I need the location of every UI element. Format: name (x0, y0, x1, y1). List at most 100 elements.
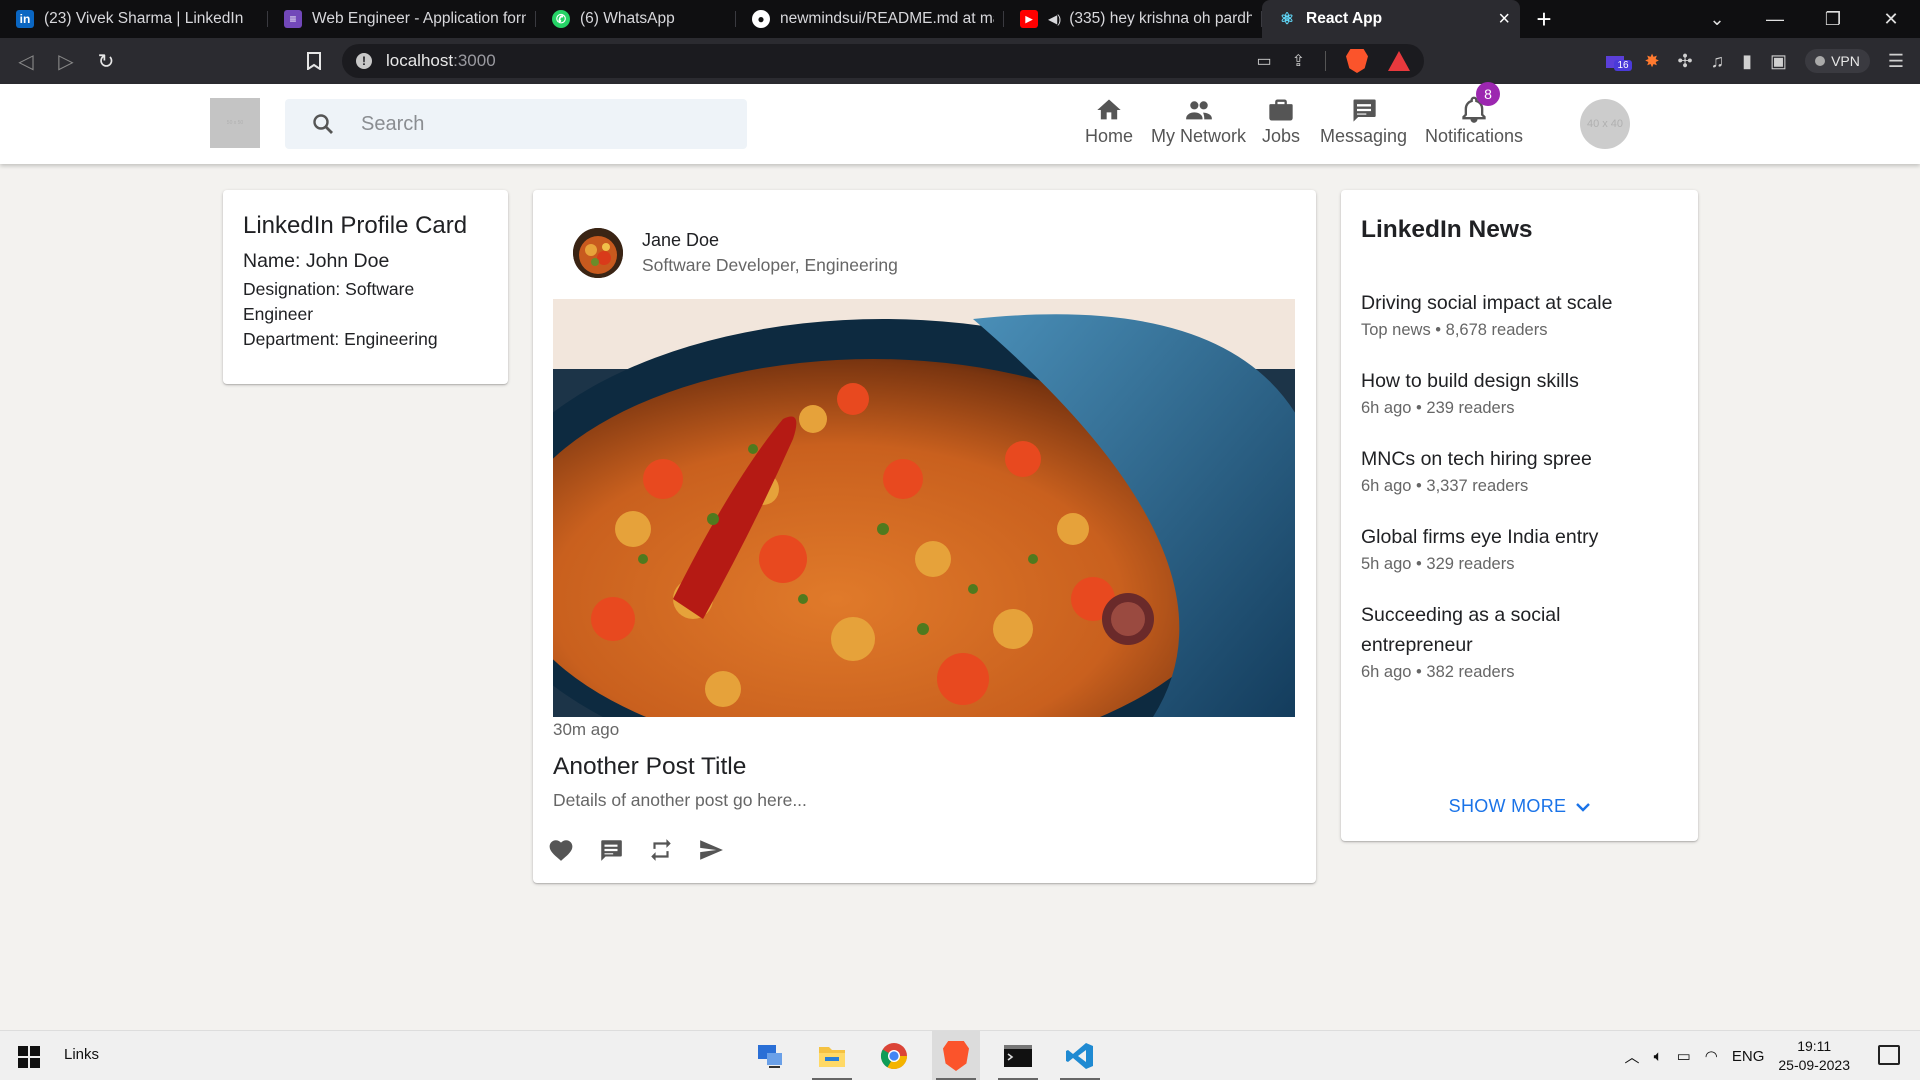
show-more-label: SHOW MORE (1448, 796, 1567, 816)
nav-label: Home (1085, 126, 1134, 146)
window-controls: ⌄ — ❐ ✕ (1688, 0, 1920, 38)
nav-label: Jobs (1262, 126, 1301, 146)
like-button[interactable] (541, 830, 581, 870)
repost-icon (651, 839, 671, 861)
news-item[interactable]: MNCs on tech hiring spree 6h ago • 3,337… (1361, 444, 1678, 496)
news-title: LinkedIn News (1361, 216, 1533, 243)
tab-whatsapp[interactable]: ✆ (6) WhatsApp (536, 0, 736, 38)
news-item-title: Succeeding as a social entrepreneur (1361, 604, 1561, 656)
menu-icon[interactable]: ☰ (1888, 51, 1904, 72)
forward-icon[interactable]: ▷ (46, 41, 86, 81)
terminal-icon[interactable] (994, 1031, 1042, 1080)
minimize-icon[interactable]: — (1746, 0, 1804, 38)
cast-icon[interactable]: ▭ (1256, 51, 1271, 71)
close-window-icon[interactable]: ✕ (1862, 0, 1920, 38)
sidebar-icon[interactable]: ▮ (1742, 51, 1752, 72)
volume-icon[interactable]: 🔈︎ (1654, 1048, 1663, 1065)
post-author-title: Software Developer, Engineering (642, 255, 898, 275)
chevron-up-icon[interactable]: ︿ (1625, 1046, 1640, 1067)
tab-react-app[interactable]: ⚛ React App × (1262, 0, 1520, 38)
news-item-title: MNCs on tech hiring spree (1361, 448, 1592, 470)
music-icon[interactable]: ♫ (1711, 51, 1725, 72)
send-button[interactable] (691, 830, 731, 870)
news-item[interactable]: Global firms eye India entry 5h ago • 32… (1361, 522, 1678, 574)
brave-shields-icon[interactable] (1346, 49, 1368, 73)
tab-linkedin[interactable]: in (23) Vivek Sharma | LinkedIn (0, 0, 268, 38)
speaker-icon[interactable]: ◀) (1048, 12, 1061, 26)
back-icon[interactable]: ◁ (6, 41, 46, 81)
tab-search-icon[interactable]: ⌄ (1688, 0, 1746, 38)
tab-application-form[interactable]: ≡ Web Engineer - Application form (268, 0, 536, 38)
share-icon[interactable]: ⇪ (1292, 51, 1305, 71)
address-bar[interactable]: ! localhost:3000 ▭ ⇪ (342, 44, 1424, 78)
vpn-button[interactable]: VPN (1805, 49, 1870, 73)
post-card: Jane Doe Software Developer, Engineering (533, 190, 1316, 883)
brave-rewards-icon[interactable] (1388, 51, 1410, 71)
post-image[interactable] (553, 299, 1295, 717)
post-author-avatar[interactable] (573, 228, 623, 278)
wallet-icon[interactable]: ▣ (1770, 51, 1787, 72)
chrome-icon[interactable] (870, 1031, 918, 1080)
bookmark-icon[interactable] (294, 41, 334, 81)
profile-designation: Designation: Software Engineer (243, 279, 415, 324)
browser-toolbar: ◁ ▷ ↻ ! localhost:3000 ▭ ⇪ 16 ✸ ✣ ♫ ▮ ▣ … (0, 38, 1920, 84)
windows-start-icon[interactable] (18, 1046, 40, 1068)
nav-label: My Network (1151, 126, 1247, 146)
wifi-icon[interactable]: ◠ (1705, 1047, 1718, 1065)
whatsapp-icon: ✆ (552, 10, 570, 28)
show-more-button[interactable]: SHOW MORE (1341, 796, 1698, 817)
battery-icon[interactable]: ▭ (1677, 1047, 1691, 1065)
clock[interactable]: 19:11 25-09-2023 (1778, 1037, 1850, 1075)
action-center-icon[interactable] (1878, 1045, 1900, 1065)
comment-button[interactable] (591, 830, 631, 870)
youtube-icon: ▶ (1020, 10, 1038, 28)
news-card: LinkedIn News Driving social impact at s… (1341, 190, 1698, 841)
post-description: Details of another post go here... (553, 790, 807, 810)
profile-name: Name: John Doe (243, 250, 390, 272)
tab-github[interactable]: ● newmindsui/README.md at mas (736, 0, 1004, 38)
file-explorer-icon[interactable] (808, 1031, 856, 1080)
linkedin-icon: in (16, 10, 34, 28)
react-icon: ⚛ (1279, 11, 1295, 28)
remote-desktop-icon[interactable] (746, 1031, 794, 1080)
nav-home[interactable]: Home (1085, 96, 1133, 146)
tab-label: newmindsui/README.md at mas (780, 10, 994, 27)
news-item[interactable]: How to build design skills 6h ago • 239 … (1361, 366, 1678, 418)
chevron-down-icon (1576, 802, 1591, 812)
tab-label: (335) hey krishna oh pardha (1069, 10, 1252, 27)
new-tab-button[interactable]: + (1520, 0, 1568, 38)
extension-icon[interactable]: 16 (1604, 50, 1632, 72)
briefcase-icon (1269, 99, 1293, 121)
repost-button[interactable] (641, 830, 681, 870)
profile-department: Department: Engineering (243, 329, 438, 349)
nav-notifications[interactable]: 8 Notifications (1425, 82, 1524, 146)
nav-my-network[interactable]: My Network (1151, 96, 1246, 146)
avatar[interactable]: 40 x 40 (1580, 99, 1630, 149)
brave-browser-icon[interactable] (932, 1031, 980, 1080)
nav-jobs[interactable]: Jobs (1262, 96, 1300, 146)
message-icon (1353, 99, 1376, 122)
comment-icon (601, 840, 622, 861)
tab-label: Web Engineer - Application form (312, 10, 526, 27)
extension-badge: 16 (1614, 60, 1632, 71)
news-item-title: How to build design skills (1361, 370, 1579, 392)
url-host: localhost (386, 51, 454, 70)
nav-messaging[interactable]: Messaging (1320, 96, 1407, 146)
site-info-icon[interactable]: ! (356, 53, 372, 69)
nav-label: Notifications (1425, 126, 1524, 146)
news-item[interactable]: Driving social impact at scale Top news … (1361, 288, 1678, 340)
profile-card: LinkedIn Profile Card Name: John Doe Des… (223, 190, 508, 384)
extension-fire-icon[interactable]: ✸ (1644, 51, 1659, 72)
news-item[interactable]: Succeeding as a social entrepreneur 6h a… (1361, 600, 1678, 682)
language-indicator[interactable]: ENG (1732, 1048, 1765, 1065)
reload-icon[interactable]: ↻ (86, 41, 126, 81)
windows-taskbar: Links ︿ 🔈︎ ▭ ◠ ENG 19:11 25-09-2023 (0, 1030, 1920, 1080)
links-toolbar[interactable]: Links (64, 1046, 99, 1063)
vscode-icon[interactable] (1056, 1031, 1104, 1080)
post-author-name[interactable]: Jane Doe (642, 230, 719, 251)
tab-youtube[interactable]: ▶ ◀) (335) hey krishna oh pardha (1004, 0, 1262, 38)
close-tab-icon[interactable]: × (1498, 8, 1510, 31)
restore-icon[interactable]: ❐ (1804, 0, 1862, 38)
news-item-meta: 6h ago • 382 readers (1361, 663, 1515, 681)
puzzle-icon[interactable]: ✣ (1678, 51, 1693, 72)
